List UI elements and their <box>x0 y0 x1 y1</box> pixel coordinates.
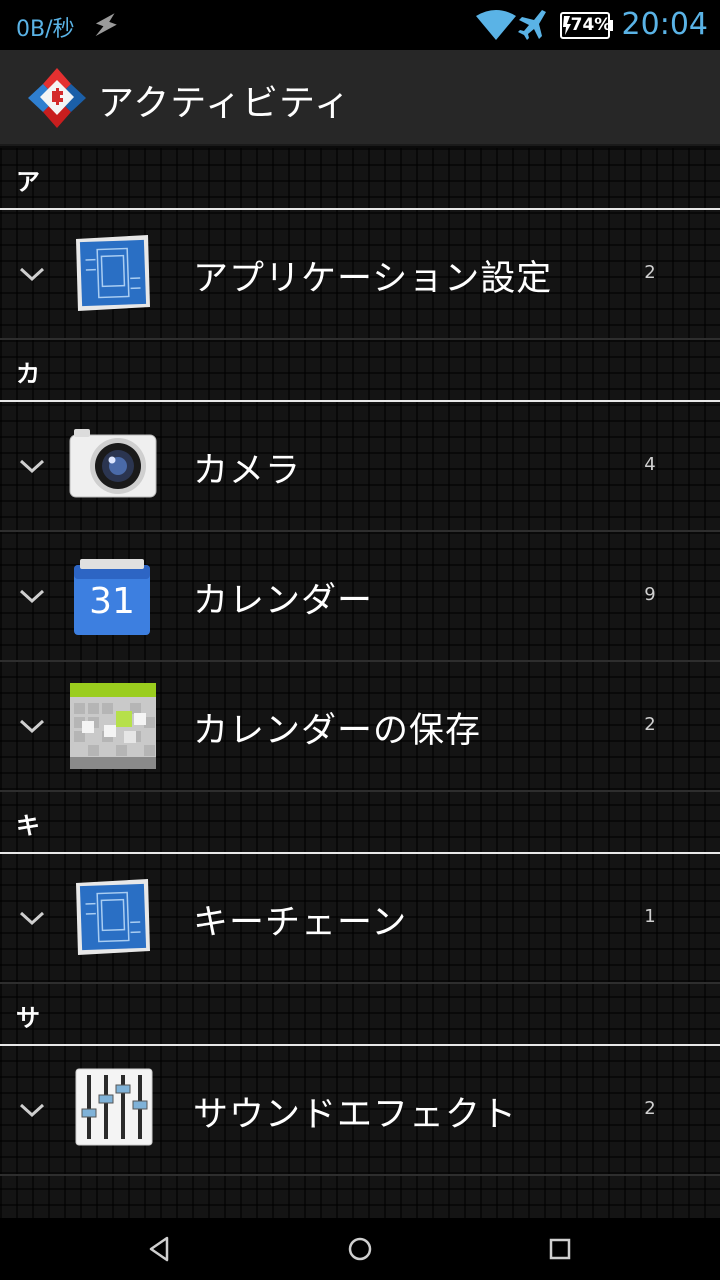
item-count: 2 <box>644 1098 656 1119</box>
item-count: 9 <box>644 584 656 605</box>
activity-list[interactable]: ア アプリケーション設定 2 カ カメラ 4 31 カレンダー 9 カレンダーの… <box>0 148 720 1218</box>
network-speed: 0B/秒 <box>16 17 75 42</box>
section-letter: ア <box>16 168 40 196</box>
battery-percent: 74% <box>570 15 612 35</box>
item-count: 2 <box>644 262 656 283</box>
item-label: キーチェーン <box>193 903 408 943</box>
section-header: サ <box>0 984 720 1046</box>
list-item[interactable]: サウンドエフェクト 2 <box>0 1046 720 1176</box>
back-icon[interactable] <box>143 1232 177 1266</box>
item-label: アプリケーション設定 <box>193 259 553 299</box>
blueprint-icon <box>76 235 150 311</box>
item-count: 4 <box>644 454 656 475</box>
chevron-down-icon[interactable] <box>18 908 46 928</box>
clock: 20:04 <box>621 7 708 42</box>
chevron-down-icon[interactable] <box>18 264 46 284</box>
list-item[interactable]: アプリケーション設定 2 <box>0 210 720 340</box>
chevron-down-icon[interactable] <box>18 716 46 736</box>
action-bar: アクティビティ <box>0 50 720 146</box>
section-letter: キ <box>16 812 40 840</box>
item-label: カメラ <box>193 451 302 491</box>
chevron-down-icon[interactable] <box>18 586 46 606</box>
item-label: カレンダー <box>193 581 374 621</box>
page-title: アクティビティ <box>98 83 351 124</box>
home-icon[interactable] <box>343 1232 377 1266</box>
calendar-icon: 31 <box>66 551 156 641</box>
nova-launcher-logo[interactable] <box>26 66 88 130</box>
status-bar: 0B/秒 74% 20:04 <box>0 0 720 50</box>
equalizer-icon <box>75 1068 153 1146</box>
list-item[interactable]: キーチェーン 1 <box>0 854 720 984</box>
flash-icon <box>95 13 117 37</box>
calendar-storage-icon <box>70 683 156 769</box>
item-count: 2 <box>644 714 656 735</box>
item-count: 1 <box>644 906 656 927</box>
airplane-icon <box>518 10 546 40</box>
item-label: サウンドエフェクト <box>193 1095 518 1135</box>
list-item[interactable]: カメラ 4 <box>0 402 720 532</box>
section-letter: サ <box>16 1004 40 1032</box>
recents-icon[interactable] <box>543 1232 577 1266</box>
navigation-bar <box>0 1218 720 1280</box>
wifi-icon <box>476 10 516 40</box>
calendar-day: 31 <box>89 581 135 622</box>
chevron-down-icon[interactable] <box>18 456 46 476</box>
chevron-down-icon[interactable] <box>18 1100 46 1120</box>
item-label: カレンダーの保存 <box>193 711 482 751</box>
section-header: キ <box>0 792 720 854</box>
section-header: カ <box>0 340 720 402</box>
blueprint-icon <box>76 879 150 955</box>
list-item[interactable]: カレンダーの保存 2 <box>0 662 720 792</box>
section-header: ア <box>0 148 720 210</box>
section-letter: カ <box>16 360 40 388</box>
list-item[interactable]: 31 カレンダー 9 <box>0 532 720 662</box>
camera-icon <box>69 429 157 498</box>
battery-icon: 74% <box>560 10 614 40</box>
